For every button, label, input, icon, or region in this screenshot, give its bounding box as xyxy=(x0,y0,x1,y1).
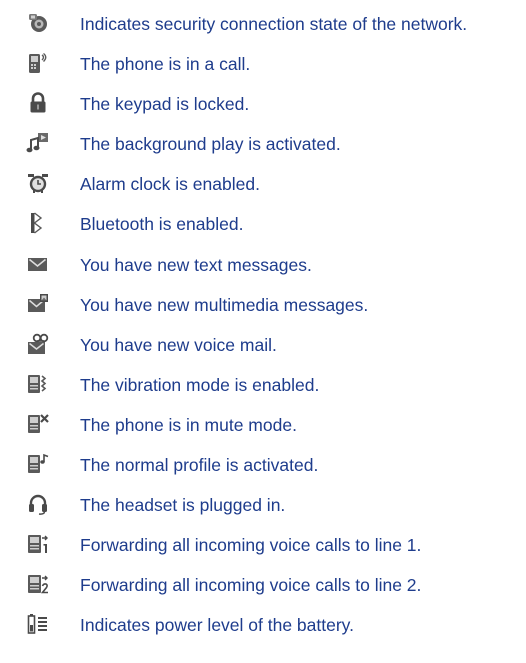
list-item: The normal profile is activated. xyxy=(0,452,526,492)
list-item: Forwarding all incoming voice calls to l… xyxy=(0,532,526,572)
voice-mail-icon xyxy=(26,333,50,355)
status-description: Bluetooth is enabled. xyxy=(80,214,244,235)
list-item: The phone is in mute mode. xyxy=(0,412,526,452)
list-item: The headset is plugged in. xyxy=(0,492,526,532)
status-description: The background play is activated. xyxy=(80,134,341,155)
status-description: Forwarding all incoming voice calls to l… xyxy=(80,535,422,556)
list-item: The vibration mode is enabled. xyxy=(0,372,526,412)
list-item: You have new voice mail. xyxy=(0,332,526,372)
list-item: Alarm clock is enabled. xyxy=(0,171,526,211)
status-description: The normal profile is activated. xyxy=(80,455,319,476)
status-description: You have new text messages. xyxy=(80,254,312,275)
bluetooth-icon xyxy=(26,212,50,235)
list-item: Indicates power level of the battery. xyxy=(0,612,526,652)
list-item: You have new multimedia messages. xyxy=(0,292,526,332)
status-description: The keypad is locked. xyxy=(80,94,250,115)
list-item: Indicates security connection state of t… xyxy=(0,11,526,51)
battery-level-icon xyxy=(26,613,50,635)
list-item: You have new text messages. xyxy=(0,252,526,292)
list-item: Forwarding all incoming voice calls to l… xyxy=(0,572,526,612)
alarm-clock-icon xyxy=(26,172,50,194)
status-description: Alarm clock is enabled. xyxy=(80,174,260,195)
multimedia-message-icon xyxy=(26,293,50,315)
status-description: The vibration mode is enabled. xyxy=(80,374,320,395)
status-description: You have new multimedia messages. xyxy=(80,294,369,315)
mute-mode-icon xyxy=(26,413,50,435)
status-description: Forwarding all incoming voice calls to l… xyxy=(80,575,422,596)
status-icon-list: Indicates security connection state of t… xyxy=(0,11,526,653)
normal-profile-icon xyxy=(26,453,50,475)
network-security-icon xyxy=(26,12,50,34)
status-description: The phone is in a call. xyxy=(80,54,251,75)
status-description: The phone is in mute mode. xyxy=(80,414,297,435)
list-item: Bluetooth is enabled. xyxy=(0,211,526,251)
vibration-mode-icon xyxy=(26,373,50,395)
status-description: Indicates power level of the battery. xyxy=(80,615,354,636)
status-description: Indicates security connection state of t… xyxy=(80,14,468,34)
list-item: The keypad is locked. xyxy=(0,91,526,131)
call-forward-line-1-icon xyxy=(26,533,50,555)
call-forward-line-2-icon xyxy=(26,573,50,595)
background-play-icon xyxy=(26,132,50,154)
text-message-icon xyxy=(26,253,50,275)
headset-icon xyxy=(26,493,50,515)
list-item: The phone is in a call. xyxy=(0,51,526,91)
status-description: The headset is plugged in. xyxy=(80,495,286,516)
status-description: You have new voice mail. xyxy=(80,334,277,355)
list-item: The background play is activated. xyxy=(0,131,526,171)
in-call-icon xyxy=(26,52,50,74)
keypad-lock-icon xyxy=(26,92,50,114)
